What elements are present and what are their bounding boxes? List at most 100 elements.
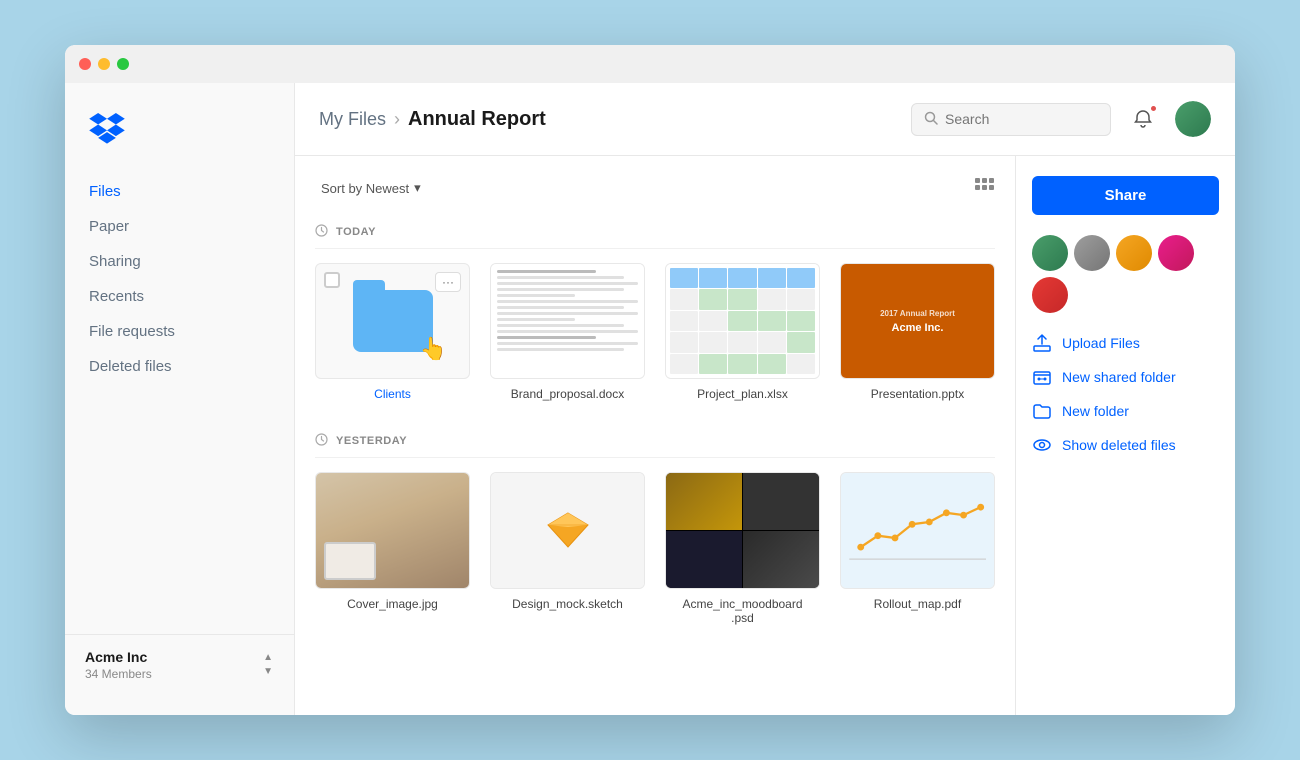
folder-body — [353, 290, 433, 352]
avatar — [1074, 235, 1110, 271]
sidebar-nav: Files Paper Sharing Recents File request… — [65, 174, 294, 634]
notifications-button[interactable] — [1125, 101, 1161, 137]
section-yesterday-label: YESTERDAY — [336, 435, 407, 447]
new-shared-folder-action[interactable]: New shared folder — [1032, 367, 1219, 387]
doc-line — [497, 336, 596, 339]
top-bar: My Files › Annual Report — [295, 83, 1235, 156]
section-today: TODAY — [315, 216, 995, 249]
user-avatar-button[interactable] — [1175, 101, 1211, 137]
pdf-chart-svg — [849, 490, 987, 570]
content-area: My Files › Annual Report — [295, 83, 1235, 715]
breadcrumb-separator: › — [394, 109, 400, 130]
doc-line — [497, 348, 624, 351]
new-folder-label: New folder — [1062, 403, 1129, 419]
sidebar-item-paper[interactable]: Paper — [65, 209, 294, 244]
breadcrumb-current: Annual Report — [408, 108, 546, 131]
org-info: Acme Inc 34 Members — [85, 649, 152, 681]
file-thumbnail: ··· 👆 — [315, 263, 470, 379]
panel-actions: Upload Files — [1032, 333, 1219, 455]
breadcrumb: My Files › Annual Report — [319, 108, 911, 131]
sidebar: Files Paper Sharing Recents File request… — [65, 83, 295, 715]
ppt-preview: 2017 Annual Report Acme Inc. — [841, 264, 994, 378]
sidebar-footer: Acme Inc 34 Members ▲ ▼ — [65, 634, 294, 695]
file-thumbnail — [315, 472, 470, 588]
file-item[interactable]: 2017 Annual Report Acme Inc. Presentatio… — [840, 263, 995, 401]
laptop-shape — [324, 542, 376, 580]
folder-icon — [316, 264, 469, 378]
sort-bar: Sort by Newest ▾ — [315, 172, 995, 204]
sketch-diamond-icon — [546, 511, 590, 549]
share-folder-icon — [1032, 367, 1052, 387]
sidebar-item-deleted-files[interactable]: Deleted files — [65, 349, 294, 384]
top-bar-actions — [911, 101, 1211, 137]
doc-line — [497, 276, 624, 279]
file-thumbnail — [665, 263, 820, 379]
file-thumbnail — [665, 472, 820, 588]
view-toggle-button[interactable] — [975, 178, 995, 199]
user-avatar — [1175, 101, 1211, 137]
file-name: Presentation.pptx — [871, 387, 964, 401]
eye-icon — [1032, 435, 1052, 455]
file-name: Project_plan.xlsx — [697, 387, 788, 401]
ppt-company: Acme Inc. — [892, 322, 944, 334]
members-avatars — [1032, 235, 1219, 313]
file-item[interactable]: Project_plan.xlsx — [665, 263, 820, 401]
doc-line — [497, 312, 638, 315]
chevron-up-button[interactable]: ▲ — [262, 652, 274, 664]
upload-files-action[interactable]: Upload Files — [1032, 333, 1219, 353]
doc-line — [497, 288, 624, 291]
notification-dot — [1149, 104, 1158, 113]
minimize-button[interactable] — [98, 58, 110, 70]
title-bar — [65, 45, 1235, 83]
breadcrumb-parent[interactable]: My Files — [319, 109, 386, 130]
sidebar-item-file-requests[interactable]: File requests — [65, 314, 294, 349]
file-item[interactable]: Design_mock.sketch — [490, 472, 645, 624]
org-name: Acme Inc — [85, 649, 152, 665]
new-shared-folder-label: New shared folder — [1062, 369, 1176, 385]
file-name: Acme_inc_moodboard .psd — [682, 597, 802, 625]
file-item[interactable]: ··· 👆 Clients — [315, 263, 470, 401]
close-button[interactable] — [79, 58, 91, 70]
sidebar-item-files[interactable]: Files — [65, 174, 294, 209]
sidebar-item-recents[interactable]: Recents — [65, 279, 294, 314]
clock-icon — [315, 224, 328, 240]
file-thumbnail — [840, 472, 995, 588]
file-item[interactable]: Acme_inc_moodboard .psd — [665, 472, 820, 624]
sort-button[interactable]: Sort by Newest ▾ — [315, 176, 427, 200]
show-deleted-files-action[interactable]: Show deleted files — [1032, 435, 1219, 455]
maximize-button[interactable] — [117, 58, 129, 70]
upload-files-label: Upload Files — [1062, 335, 1140, 351]
main-layout: Files Paper Sharing Recents File request… — [65, 83, 1235, 715]
doc-preview — [491, 264, 644, 378]
avatar — [1116, 235, 1152, 271]
file-name: Rollout_map.pdf — [874, 597, 961, 611]
doc-line — [497, 294, 575, 297]
show-deleted-files-label: Show deleted files — [1062, 437, 1176, 453]
file-item[interactable]: Rollout_map.pdf — [840, 472, 995, 624]
sheet-preview — [666, 264, 819, 378]
sort-chevron-icon: ▾ — [414, 180, 421, 196]
file-item[interactable]: Cover_image.jpg — [315, 472, 470, 624]
file-name: Cover_image.jpg — [347, 597, 438, 611]
chevron-down-button[interactable]: ▼ — [262, 666, 274, 678]
section-yesterday: YESTERDAY — [315, 425, 995, 458]
ppt-year: 2017 Annual Report — [880, 309, 955, 318]
doc-line — [497, 282, 638, 285]
doc-line — [497, 324, 624, 327]
search-input[interactable] — [945, 111, 1098, 127]
share-button[interactable]: Share — [1032, 176, 1219, 215]
folder-icon — [1032, 401, 1052, 421]
sketch-preview — [491, 473, 644, 587]
file-name: Design_mock.sketch — [512, 597, 623, 611]
avatar — [1158, 235, 1194, 271]
file-thumbnail — [490, 472, 645, 588]
file-item[interactable]: Brand_proposal.docx — [490, 263, 645, 401]
search-box[interactable] — [911, 103, 1111, 136]
app-window: Files Paper Sharing Recents File request… — [65, 45, 1235, 715]
new-folder-action[interactable]: New folder — [1032, 401, 1219, 421]
doc-line — [497, 270, 596, 273]
file-area: Sort by Newest ▾ — [295, 156, 1015, 715]
file-thumbnail: 2017 Annual Report Acme Inc. — [840, 263, 995, 379]
today-files-grid: ··· 👆 Clients — [315, 263, 995, 401]
sidebar-item-sharing[interactable]: Sharing — [65, 244, 294, 279]
